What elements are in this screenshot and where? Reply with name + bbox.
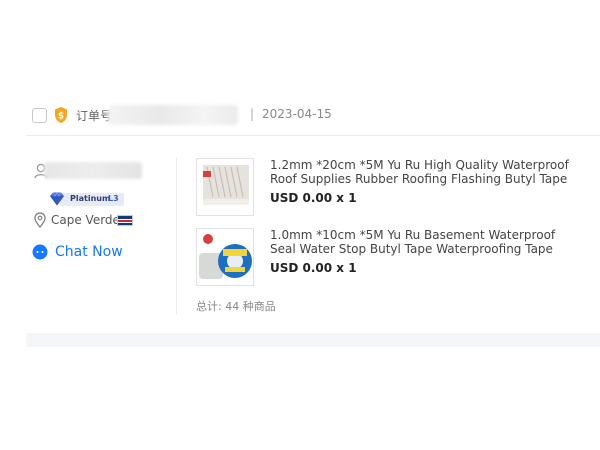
cape-verde-flag-icon (117, 215, 133, 226)
product-thumbnail[interactable] (196, 228, 254, 286)
order-total-items: 总计: 44 种商品 (196, 300, 276, 313)
product-item[interactable]: 1.2mm *20cm *5M Yu Ru High Quality Water… (196, 158, 576, 218)
seller-location: Cape Verde (51, 213, 120, 227)
product-price: USD 0.00 x 1 (270, 261, 357, 275)
seller-name-redacted (44, 162, 142, 179)
product-price: USD 0.00 x 1 (270, 191, 357, 205)
chat-now-link[interactable]: Chat Now (55, 244, 123, 260)
product-title[interactable]: 1.2mm *20cm *5M Yu Ru High Quality Water… (270, 158, 576, 186)
chat-bubble-icon[interactable] (32, 244, 48, 260)
order-select-checkbox[interactable] (32, 108, 47, 123)
badge-level: L3 (108, 194, 119, 203)
header-separator: | (250, 107, 255, 121)
order-header: $ 订单号 | 2023-04-15 (26, 98, 600, 136)
product-thumbnail[interactable] (196, 158, 254, 216)
badge-tier: Platinum (70, 194, 111, 203)
butyl-tape-roll-image (197, 229, 253, 285)
svg-text:$: $ (58, 112, 64, 122)
product-title[interactable]: 1.0mm *10cm *5M Yu Ru Basement Waterproo… (270, 228, 576, 256)
order-shield-icon: $ (55, 107, 67, 123)
platinum-badge: Platinum L3 (48, 191, 124, 207)
order-footer-bar (26, 333, 600, 347)
product-item[interactable]: 1.0mm *10cm *5M Yu Ru Basement Waterproo… (196, 228, 576, 288)
butyl-tape-roof-image (197, 159, 253, 215)
location-pin-icon (34, 212, 46, 228)
order-date: 2023-04-15 (262, 107, 332, 121)
diamond-icon (50, 191, 64, 206)
order-number-label: 订单号 (76, 109, 113, 123)
order-card: $ 订单号 | 2023-04-15 Platinum L3 Cape Verd… (26, 98, 600, 348)
vertical-divider (176, 158, 177, 314)
order-number-redacted (108, 105, 238, 125)
